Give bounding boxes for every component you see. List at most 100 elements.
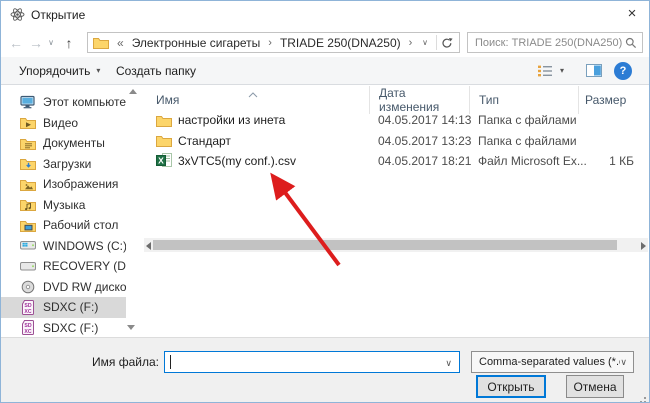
- file-row[interactable]: X 3xVTC5(my conf.).csv 04.05.2017 18:21Фай…: [144, 151, 648, 171]
- help-button[interactable]: ?: [614, 62, 632, 80]
- column-header-label: Дата изменения: [379, 86, 469, 114]
- address-bar-divider: [436, 35, 437, 50]
- view-dropdown-icon: ▾: [560, 66, 564, 75]
- desktop-folder-icon: [20, 217, 36, 233]
- text-cursor: [170, 355, 171, 369]
- preview-pane-button[interactable]: [586, 57, 602, 84]
- organize-button[interactable]: Упорядочить ▾: [19, 57, 100, 84]
- sidebar-item[interactable]: Загрузки: [1, 154, 126, 175]
- refresh-icon[interactable]: [439, 35, 455, 51]
- window-title: Открытие: [31, 8, 85, 22]
- dialog-footer: Имя файла: ∨ Comma-separated values (*.c…: [1, 337, 649, 402]
- close-icon[interactable]: ×: [619, 3, 645, 24]
- address-bar[interactable]: « Электронные сигареты › TRIADE 250(DNA2…: [87, 32, 460, 53]
- details-view-icon: [537, 64, 554, 78]
- sidebar-item-label: Этот компьютер: [43, 95, 126, 109]
- column-header[interactable]: Размер: [578, 86, 648, 114]
- change-view-button[interactable]: ▾: [537, 57, 564, 84]
- column-header[interactable]: Тип: [469, 86, 578, 114]
- sidebar-item-label: RECOVERY (D:): [43, 259, 126, 273]
- open-file-dialog: Открытие × ← → ∨ ↑ « Электронные сигарет…: [0, 0, 650, 403]
- sidebar-scroll-down-icon[interactable]: [127, 325, 135, 330]
- breadcrumb-segment[interactable]: Электронные сигареты: [132, 36, 261, 50]
- filename-input[interactable]: ∨: [164, 351, 460, 373]
- dvd-drive-icon: [20, 279, 36, 295]
- forward-icon[interactable]: →: [27, 32, 45, 53]
- sidebar-item[interactable]: Документы: [1, 133, 126, 154]
- column-header-label: Размер: [585, 93, 626, 107]
- filetype-select[interactable]: Comma-separated values (*.csv ∨: [471, 351, 634, 373]
- file-row[interactable]: настройки из инета 04.05.2017 14:13Папка …: [144, 110, 648, 130]
- file-type: Папка с файлами: [469, 134, 578, 148]
- folder-icon: [93, 35, 109, 51]
- file-date: 04.05.2017 14:13: [369, 113, 469, 127]
- column-headers: ИмяДата измененияТипРазмер: [144, 86, 648, 110]
- sidebar-item-label: Видео: [43, 116, 78, 130]
- sidebar-item-label: Загрузки: [43, 157, 91, 171]
- title-bar: Открытие ×: [1, 1, 649, 28]
- address-dropdown-chevron-icon[interactable]: ∨: [422, 38, 428, 47]
- sidebar-item[interactable]: DVD RW дисков: [1, 277, 126, 298]
- command-toolbar: Упорядочить ▾ Создать папку ▾ ?: [1, 57, 649, 85]
- search-icon[interactable]: [623, 35, 639, 51]
- filetype-value: Comma-separated values (*.csv: [472, 356, 620, 368]
- scroll-left-icon[interactable]: [146, 242, 151, 250]
- escribe-atom-icon: [10, 7, 25, 25]
- file-rows: настройки из инета 04.05.2017 14:13Папка …: [144, 110, 648, 171]
- excel-file-icon: X: [156, 153, 172, 169]
- scroll-right-icon[interactable]: [641, 242, 646, 250]
- horizontal-scrollbar[interactable]: [144, 238, 648, 252]
- scrollbar-thumb[interactable]: [153, 240, 617, 250]
- svg-text:X: X: [158, 156, 164, 166]
- breadcrumb-segment[interactable]: TRIADE 250(DNA250): [280, 36, 401, 50]
- back-icon[interactable]: ←: [7, 32, 25, 53]
- preview-pane-icon: [586, 64, 602, 77]
- sidebar-item[interactable]: Музыка: [1, 195, 126, 216]
- sidebar-item[interactable]: Изображения: [1, 174, 126, 195]
- filename-dropdown-icon[interactable]: ∨: [445, 358, 452, 369]
- sidebar-item[interactable]: Видео: [1, 113, 126, 134]
- organize-label: Упорядочить: [19, 64, 90, 78]
- open-button[interactable]: Открыть: [476, 375, 546, 398]
- file-type: Файл Microsoft Ex...: [469, 154, 578, 168]
- file-date: 04.05.2017 18:21: [369, 154, 469, 168]
- new-folder-button[interactable]: Создать папку: [116, 57, 196, 84]
- cancel-button[interactable]: Отмена: [566, 375, 624, 398]
- sort-ascending-icon[interactable]: [248, 87, 258, 101]
- sidebar-scroll-up-icon[interactable]: [129, 89, 137, 94]
- file-type: Папка с файлами: [469, 113, 578, 127]
- computer-icon: [20, 94, 36, 110]
- sidebar-item[interactable]: RECOVERY (D:): [1, 256, 126, 277]
- column-header-label: Тип: [479, 93, 499, 107]
- filename-label: Имя файла:: [41, 355, 159, 369]
- sidebar-item[interactable]: SDXCSDXC (F:): [1, 318, 126, 338]
- sidebar-item[interactable]: Рабочий стол: [1, 215, 126, 236]
- organize-dropdown-icon: ▾: [96, 66, 100, 75]
- file-row[interactable]: Стандарт 04.05.2017 13:23Папка с файлами: [144, 130, 648, 150]
- folder-icon: [156, 112, 172, 128]
- recent-locations-chevron-icon[interactable]: ∨: [45, 32, 57, 53]
- sidebar-item-label: Документы: [43, 136, 105, 150]
- column-header[interactable]: Дата изменения: [369, 86, 469, 114]
- up-icon[interactable]: ↑: [59, 32, 79, 53]
- file-name: Стандарт: [178, 134, 231, 148]
- breadcrumb-overflow-icon[interactable]: «: [117, 36, 124, 50]
- file-date: 04.05.2017 13:23: [369, 134, 469, 148]
- filetype-dropdown-icon: ∨: [620, 357, 627, 368]
- video-folder-icon: [20, 115, 36, 131]
- sidebar-item[interactable]: SDXC SDXC (F:): [1, 297, 126, 318]
- search-placeholder: Поиск: TRIADE 250(DNA250): [468, 37, 623, 49]
- downloads-folder-icon: [20, 156, 36, 172]
- resize-grip[interactable]: [644, 397, 646, 399]
- sidebar-item[interactable]: WINDOWS (C:): [1, 236, 126, 257]
- svg-text:XC: XC: [24, 309, 31, 315]
- navigation-pane: Этот компьютер Видео Документы Загрузки Изоб…: [1, 86, 126, 337]
- file-name: 3xVTC5(my conf.).csv: [178, 154, 296, 168]
- sidebar-item-label: SDXC (F:): [43, 300, 98, 314]
- new-folder-label: Создать папку: [116, 64, 196, 78]
- file-name: настройки из инета: [178, 113, 285, 127]
- search-input[interactable]: Поиск: TRIADE 250(DNA250): [467, 32, 643, 53]
- sidebar-item[interactable]: Этот компьютер: [1, 92, 126, 113]
- sd-card-icon: SDXC: [20, 299, 36, 315]
- svg-text:XC: XC: [24, 329, 31, 335]
